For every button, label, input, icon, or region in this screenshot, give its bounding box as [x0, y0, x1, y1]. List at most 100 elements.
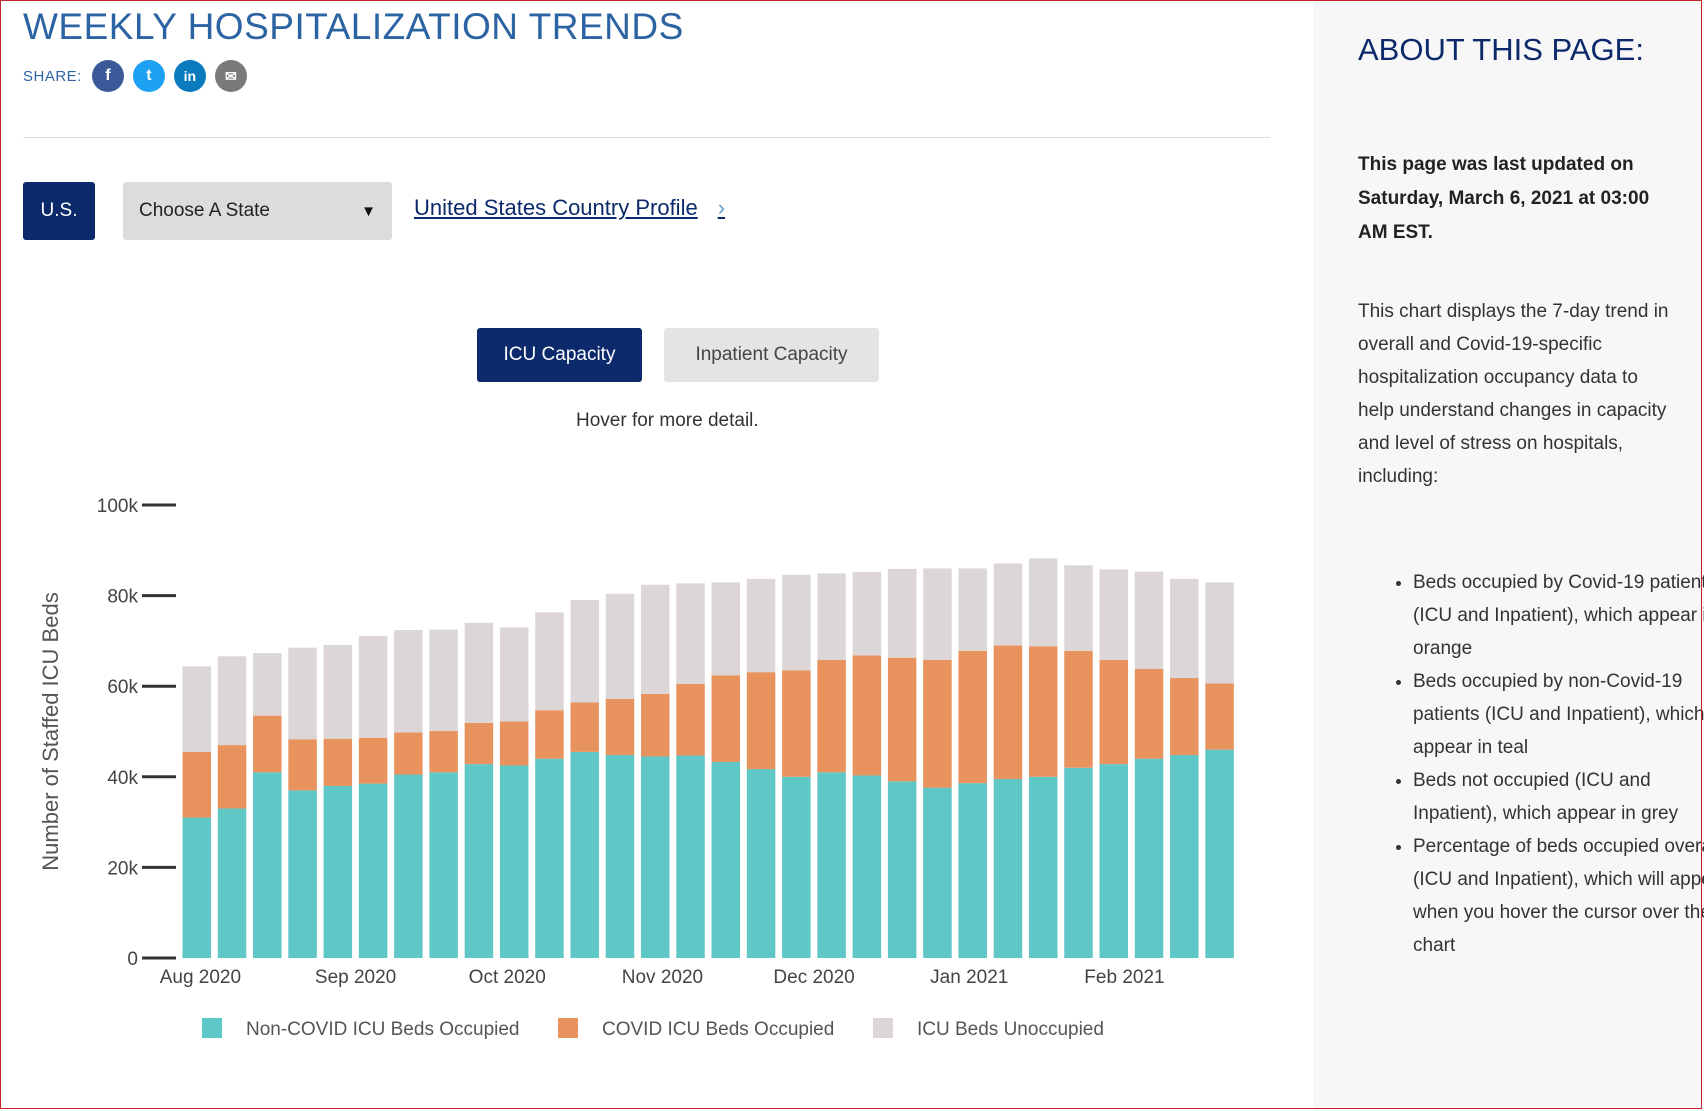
bar-unoccupied — [429, 629, 458, 732]
bar-covid — [1099, 659, 1129, 765]
bar-non-covid — [1028, 776, 1058, 958]
bar-unoccupied — [288, 647, 317, 740]
bar-unoccupied — [1028, 558, 1058, 647]
linkedin-icon[interactable]: in — [173, 60, 206, 92]
bar-non-covid — [217, 808, 247, 958]
bar-unoccupied — [358, 635, 388, 738]
bar-unoccupied — [993, 563, 1023, 646]
bullet-item: Percentage of beds occupied overall (ICU… — [1413, 830, 1704, 962]
capacity-tabs: ICU Capacity Inpatient Capacity — [477, 328, 879, 382]
bar-unoccupied — [605, 593, 635, 699]
bar-non-covid — [182, 817, 211, 958]
country-profile-link[interactable]: United States Country Profile › — [414, 195, 725, 221]
bar-non-covid — [358, 783, 388, 958]
country-profile-link-text: United States Country Profile — [414, 195, 698, 220]
sidebar-heading: ABOUT THIS PAGE: — [1358, 32, 1644, 67]
us-button[interactable]: U.S. — [23, 182, 95, 240]
bar-unoccupied — [1099, 569, 1129, 660]
bar-unoccupied — [217, 656, 247, 746]
bar-non-covid — [641, 756, 670, 958]
bar-unoccupied — [464, 622, 494, 723]
y-tick-label: 40k — [107, 768, 138, 789]
y-tick-label: 100k — [97, 496, 139, 517]
bar-covid — [1064, 650, 1093, 768]
bar-unoccupied — [1205, 582, 1234, 684]
bar-non-covid — [323, 785, 353, 958]
bar-non-covid — [1064, 767, 1093, 958]
bullet-item: Beds not occupied (ICU and Inpatient), w… — [1413, 764, 1704, 830]
legend-label: Non-COVID ICU Beds Occupied — [246, 1019, 520, 1040]
legend-swatch — [202, 1018, 222, 1038]
bar-unoccupied — [1170, 578, 1199, 679]
twitter-icon[interactable]: t — [132, 60, 165, 92]
x-tick-label: Nov 2020 — [622, 967, 703, 988]
bar-non-covid — [499, 765, 529, 958]
bar-covid — [288, 739, 317, 791]
bar-unoccupied — [535, 612, 564, 711]
bar-non-covid — [711, 761, 741, 958]
facebook-icon[interactable]: f — [91, 60, 124, 92]
state-select[interactable]: Choose A State ▼ — [123, 182, 392, 240]
hover-note: Hover for more detail. — [576, 410, 759, 431]
bar-unoccupied — [570, 600, 599, 703]
bar-covid — [958, 650, 987, 784]
bar-covid — [464, 722, 494, 765]
last-updated-text: This page was last updated on Saturday, … — [1358, 154, 1650, 243]
bar-covid — [1205, 683, 1234, 750]
bar-unoccupied — [958, 568, 987, 651]
y-tick-label: 0 — [127, 949, 138, 970]
bar-non-covid — [746, 769, 776, 958]
bar-non-covid — [1205, 749, 1234, 958]
bar-unoccupied — [852, 572, 882, 656]
page-title: WEEKLY HOSPITALIZATION TRENDS — [23, 6, 684, 47]
bar-non-covid — [1099, 764, 1129, 958]
y-axis-title: Number of Staffed ICU Beds — [38, 592, 63, 870]
bar-unoccupied — [746, 578, 776, 673]
bar-non-covid — [887, 781, 917, 958]
x-tick-label: Dec 2020 — [773, 967, 854, 988]
bar-covid — [993, 645, 1023, 780]
bar-covid — [253, 715, 282, 773]
legend-label: COVID ICU Beds Occupied — [602, 1019, 834, 1040]
bar-unoccupied — [499, 627, 529, 722]
legend-swatch — [873, 1018, 893, 1038]
icu-capacity-chart[interactable]: 0 20k 40k 60k 80k 100k Number of Staffed ICU B… — [30, 480, 1270, 1080]
bar-unoccupied — [676, 583, 705, 684]
bar-unoccupied — [323, 644, 353, 739]
y-tick-label: 60k — [107, 677, 138, 698]
bar-non-covid — [288, 790, 317, 958]
bar-non-covid — [429, 772, 458, 958]
tab-icu-capacity[interactable]: ICU Capacity — [477, 328, 642, 382]
bar-unoccupied — [782, 574, 811, 671]
bar-non-covid — [958, 783, 987, 958]
bar-covid — [1134, 668, 1164, 759]
bar-non-covid — [394, 774, 423, 958]
chevron-right-icon: › — [717, 195, 726, 220]
bar-covid — [605, 698, 635, 756]
bar-non-covid — [852, 775, 882, 958]
bar-non-covid — [605, 755, 635, 958]
bar-unoccupied — [253, 653, 282, 716]
bar-non-covid — [464, 764, 494, 958]
bar-covid — [746, 672, 776, 770]
about-sidebar: ABOUT THIS PAGE: This page was last upda… — [1313, 0, 1704, 1111]
bar-unoccupied — [711, 582, 741, 676]
bar-non-covid — [570, 751, 599, 958]
bar-unoccupied — [923, 568, 952, 660]
bar-non-covid — [817, 772, 846, 958]
email-icon[interactable]: ✉ — [214, 60, 247, 92]
bar-covid — [217, 745, 247, 809]
bar-covid — [711, 675, 741, 762]
bar-unoccupied — [641, 584, 670, 694]
x-tick-label: Jan 2021 — [930, 967, 1008, 988]
x-tick-label: Feb 2021 — [1084, 967, 1164, 988]
tab-inpatient-capacity[interactable]: Inpatient Capacity — [664, 328, 879, 382]
bar-covid — [817, 659, 846, 773]
bar-unoccupied — [887, 568, 917, 658]
x-tick-label: Oct 2020 — [469, 967, 546, 988]
share-label: SHARE: — [23, 67, 82, 85]
bar-non-covid — [253, 772, 282, 958]
y-tick-label: 20k — [107, 858, 138, 879]
sidebar-description: This chart displays the 7-day trend in o… — [1358, 301, 1669, 487]
bar-covid — [923, 659, 952, 788]
